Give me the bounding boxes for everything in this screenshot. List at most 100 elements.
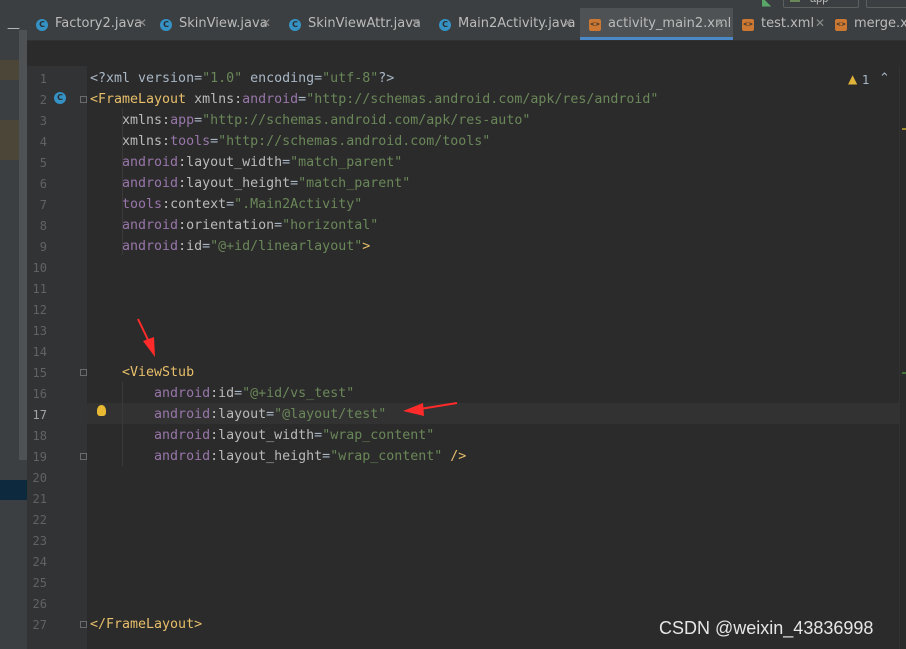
line-number[interactable]: 16 xyxy=(27,387,47,401)
warning-mark[interactable] xyxy=(902,128,906,130)
code-token: "@layout/test" xyxy=(274,407,387,422)
line-number[interactable]: 15 xyxy=(27,366,47,380)
line-number[interactable]: 27 xyxy=(27,618,47,632)
line-number[interactable]: 13 xyxy=(27,324,47,338)
line-number[interactable]: 3 xyxy=(27,114,47,128)
line-number[interactable]: 24 xyxy=(27,555,47,569)
line-number[interactable]: 9 xyxy=(27,240,47,254)
ide-window: ◣ app — CFactory2.java✕CSkinView.java✕CS… xyxy=(0,0,906,649)
fold-open-icon[interactable] xyxy=(80,96,87,103)
code-line[interactable]: android:layout_width="match_parent" xyxy=(90,152,402,173)
code-token: :layout_height xyxy=(178,176,291,191)
line-number[interactable]: 5 xyxy=(27,156,47,170)
change-mark[interactable] xyxy=(902,372,906,374)
tab-main2activity-java[interactable]: C Main2Activity.java ✕ xyxy=(430,8,580,40)
code-line[interactable]: <FrameLayout xmlns:android="http://schem… xyxy=(90,89,658,110)
class-c-icon[interactable]: C xyxy=(54,92,66,104)
warning-triangle-icon[interactable]: ▲ xyxy=(848,72,857,86)
line-number[interactable]: 8 xyxy=(27,219,47,233)
code-line[interactable]: android:layout="@layout/test" xyxy=(90,404,386,425)
android-icon xyxy=(790,0,800,2)
code-token: android xyxy=(90,386,211,401)
code-token: <FrameLayout xyxy=(90,92,195,107)
device-combo[interactable] xyxy=(866,0,906,8)
lightbulb-icon[interactable] xyxy=(97,405,106,416)
line-number[interactable]: 10 xyxy=(27,261,47,275)
class-c-icon: C xyxy=(160,19,172,31)
watermark: CSDN @weixin_43836998 xyxy=(659,618,874,638)
close-icon[interactable]: ✕ xyxy=(815,16,825,30)
tab-factory2-java[interactable]: C Factory2.java ✕ xyxy=(27,8,151,40)
code-token: = xyxy=(234,386,243,401)
close-icon[interactable]: ✕ xyxy=(261,16,271,30)
line-number[interactable]: 14 xyxy=(27,345,47,359)
chevron-up-icon[interactable]: ⌃ xyxy=(879,71,890,86)
close-icon[interactable]: ✕ xyxy=(563,16,573,30)
code-token: = xyxy=(226,197,235,212)
code-line[interactable]: android:layout_width="wrap_content" xyxy=(90,425,434,446)
line-number[interactable]: 19 xyxy=(27,450,47,464)
tab-skinview-java[interactable]: C SkinView.java ✕ xyxy=(151,8,280,40)
fold-close-icon[interactable] xyxy=(80,453,87,460)
line-number[interactable]: 2 xyxy=(27,93,47,107)
line-number[interactable]: 23 xyxy=(27,534,47,548)
line-number[interactable]: 26 xyxy=(27,597,47,611)
code-editor[interactable]: C 1 2 3 4 5 6 7 8 9 10 11 12 13 14 15 16 17 18 19 20 21 22 23 2… xyxy=(27,66,906,649)
xml-file-icon: <> xyxy=(589,19,601,31)
line-number[interactable]: 4 xyxy=(27,135,47,149)
close-icon[interactable]: ✕ xyxy=(715,16,725,30)
line-number[interactable]: 18 xyxy=(27,429,47,443)
code-token: android xyxy=(90,176,179,191)
code-line[interactable]: android:layout_height="match_parent" xyxy=(90,173,410,194)
hammer-icon[interactable]: ◣ xyxy=(762,0,771,8)
code-line[interactable]: android:id="@+id/linearlayout"> xyxy=(90,236,370,257)
editor-gutter[interactable]: C 1 2 3 4 5 6 7 8 9 10 11 12 13 14 15 16 17 18 19 20 21 22 23 2… xyxy=(27,66,87,649)
code-token: = xyxy=(282,155,291,170)
code-token: = xyxy=(290,176,299,191)
code-line[interactable]: xmlns:app="http://schemas.android.com/ap… xyxy=(90,110,530,131)
code-token: = xyxy=(202,239,211,254)
code-line[interactable]: </FrameLayout> xyxy=(90,614,202,635)
code-line[interactable]: android:layout_height="wrap_content" /> xyxy=(90,446,466,467)
line-number[interactable]: 7 xyxy=(27,198,47,212)
tab-activity_main2-xml[interactable]: <> activity_main2.xml ✕ xyxy=(580,8,733,40)
code-token: android xyxy=(90,218,179,233)
code-line[interactable]: xmlns:tools="http://schemas.android.com/… xyxy=(90,131,490,152)
run-config-combo[interactable]: app xyxy=(783,0,859,8)
line-number[interactable]: 20 xyxy=(27,471,47,485)
tab-skinviewattr-java[interactable]: C SkinViewAttr.java ✕ xyxy=(280,8,430,40)
code-line[interactable]: android:orientation="horizontal" xyxy=(90,215,378,236)
tab-label: test.xml xyxy=(761,16,815,31)
code-line[interactable]: <ViewStub xyxy=(90,362,194,383)
line-number[interactable]: 25 xyxy=(27,576,47,590)
fold-open-icon[interactable] xyxy=(80,369,87,376)
fold-close-icon[interactable] xyxy=(80,621,87,628)
project-scrollbar[interactable] xyxy=(19,30,27,460)
code-token: android xyxy=(90,449,211,464)
code-token: tools xyxy=(90,197,163,212)
tab-merge-xml[interactable]: <> merge.xml xyxy=(826,8,906,40)
code-line[interactable]: tools:context=".Main2Activity" xyxy=(90,194,362,215)
tab-test-xml[interactable]: <> test.xml ✕ xyxy=(733,8,826,40)
line-number[interactable]: 1 xyxy=(27,72,47,86)
code-line[interactable]: <?xml version="1.0" encoding="utf-8"?> xyxy=(90,68,394,89)
close-icon[interactable]: ✕ xyxy=(137,16,147,30)
code-token: app xyxy=(170,113,195,128)
code-line[interactable]: android:id="@+id/vs_test" xyxy=(90,383,354,404)
code-token: ?> xyxy=(378,71,395,86)
line-number[interactable]: 22 xyxy=(27,513,47,527)
line-number[interactable]: 17 xyxy=(27,408,47,422)
tab-label: SkinViewAttr.java xyxy=(308,16,421,31)
error-stripe[interactable] xyxy=(899,66,906,649)
line-number[interactable]: 21 xyxy=(27,492,47,506)
project-tree-row-active[interactable] xyxy=(0,480,27,500)
line-number[interactable]: 6 xyxy=(27,177,47,191)
code-token: "http://schemas.android.com/apk/res/andr… xyxy=(306,92,659,107)
warning-count[interactable]: 1 xyxy=(862,73,870,87)
code-token: xmlns: xyxy=(90,113,171,128)
line-number[interactable]: 11 xyxy=(27,282,47,296)
line-number[interactable]: 12 xyxy=(27,303,47,317)
code-token: <?xml version= xyxy=(90,71,203,86)
close-icon[interactable]: ✕ xyxy=(411,16,421,30)
project-panel: — xyxy=(0,8,27,649)
